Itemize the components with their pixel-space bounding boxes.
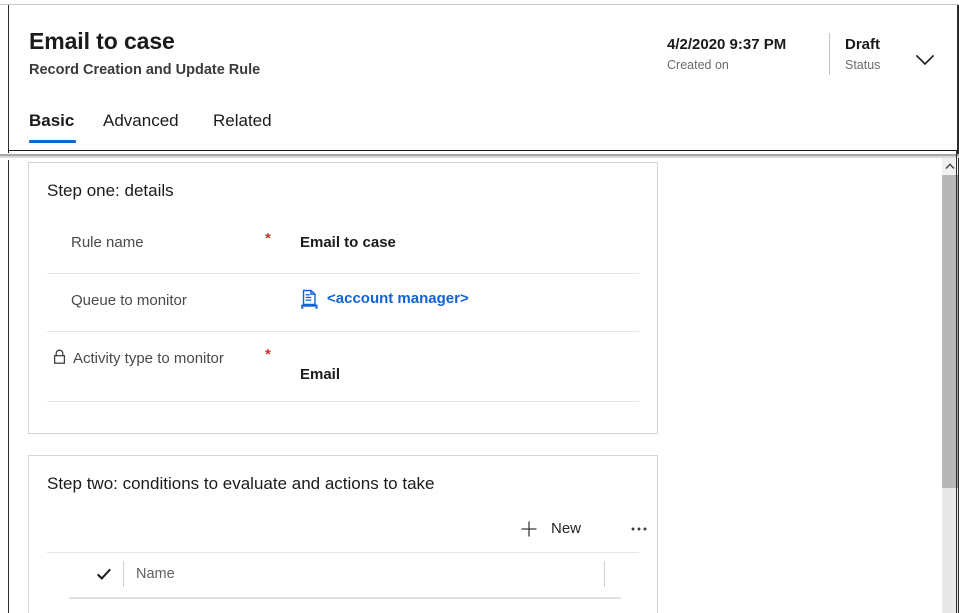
step-two-card: Step two: conditions to evaluate and act…	[28, 455, 658, 613]
required-indicator-activity-type: *	[265, 346, 271, 363]
field-label-queue-to-monitor: Queue to monitor	[71, 289, 251, 313]
tab-basic[interactable]: Basic	[29, 109, 74, 133]
page-title: Email to case	[29, 28, 175, 54]
new-button[interactable]: New	[519, 514, 581, 544]
scrollbar-thumb-edge	[957, 175, 958, 488]
field-row-activity-type-to-monitor: Activity type to monitor * Email	[47, 333, 639, 403]
created-on-label: Created on	[667, 58, 729, 72]
grid-header-bottom-border	[69, 597, 621, 599]
chevron-down-icon[interactable]	[910, 45, 940, 75]
grid-command-bar: New	[47, 508, 647, 550]
field-row-queue-to-monitor: Queue to monitor <account manager>	[47, 275, 639, 333]
record-header: Email to case Record Creation and Update…	[9, 5, 957, 151]
field-label-rule-name: Rule name	[71, 231, 251, 255]
created-on-field: 4/2/2020 9:37 PM Created on	[667, 35, 817, 74]
field-label-text: Activity type to monitor	[73, 350, 224, 367]
lock-icon	[52, 349, 67, 365]
tab-related[interactable]: Related	[213, 109, 272, 133]
window-right-inner-border	[956, 150, 957, 613]
tab-advanced[interactable]: Advanced	[103, 109, 179, 133]
window-left-padding	[0, 5, 8, 613]
step-two-title: Step two: conditions to evaluate and act…	[47, 474, 435, 493]
app-window: Email to case Record Creation and Update…	[0, 0, 959, 613]
form-scroll-region[interactable]: Step one: details Rule name * Email to c…	[9, 158, 957, 613]
field-row-rule-name: Rule name * Email to case	[47, 217, 639, 275]
queue-lookup-link[interactable]: <account manager>	[327, 288, 469, 310]
step-one-card: Step one: details Rule name * Email to c…	[28, 162, 658, 434]
grid-header-row: Name	[47, 553, 639, 597]
field-value-rule-name[interactable]: Email to case	[300, 231, 396, 255]
vertical-scrollbar[interactable]	[941, 158, 958, 613]
queue-icon	[300, 289, 320, 310]
field-value-queue-to-monitor[interactable]: <account manager>	[300, 288, 469, 310]
field-row-divider	[47, 401, 639, 402]
required-indicator-rule-name: *	[265, 230, 271, 247]
plus-icon	[519, 519, 539, 539]
step-one-title: Step one: details	[47, 181, 174, 200]
field-value-activity-type-to-monitor: Email	[300, 366, 341, 383]
field-label-text: Rule name	[71, 234, 144, 251]
checkmark-icon[interactable]	[95, 565, 113, 583]
field-label-text: Queue to monitor	[71, 292, 187, 309]
page-subtitle: Record Creation and Update Rule	[29, 62, 261, 78]
field-row-divider	[47, 331, 639, 332]
field-label-activity-type-to-monitor: Activity type to monitor	[73, 347, 253, 371]
grid-column-divider	[123, 561, 124, 587]
created-on-value: 4/2/2020 9:37 PM	[667, 36, 787, 53]
grid-column-header-name[interactable]: Name	[136, 564, 175, 584]
new-button-label: New	[551, 520, 582, 537]
header-meta-divider	[829, 33, 830, 75]
tab-selected-indicator	[29, 140, 76, 143]
grid-column-divider	[604, 561, 605, 587]
ellipsis-icon[interactable]	[625, 516, 653, 542]
field-row-divider	[47, 273, 639, 274]
